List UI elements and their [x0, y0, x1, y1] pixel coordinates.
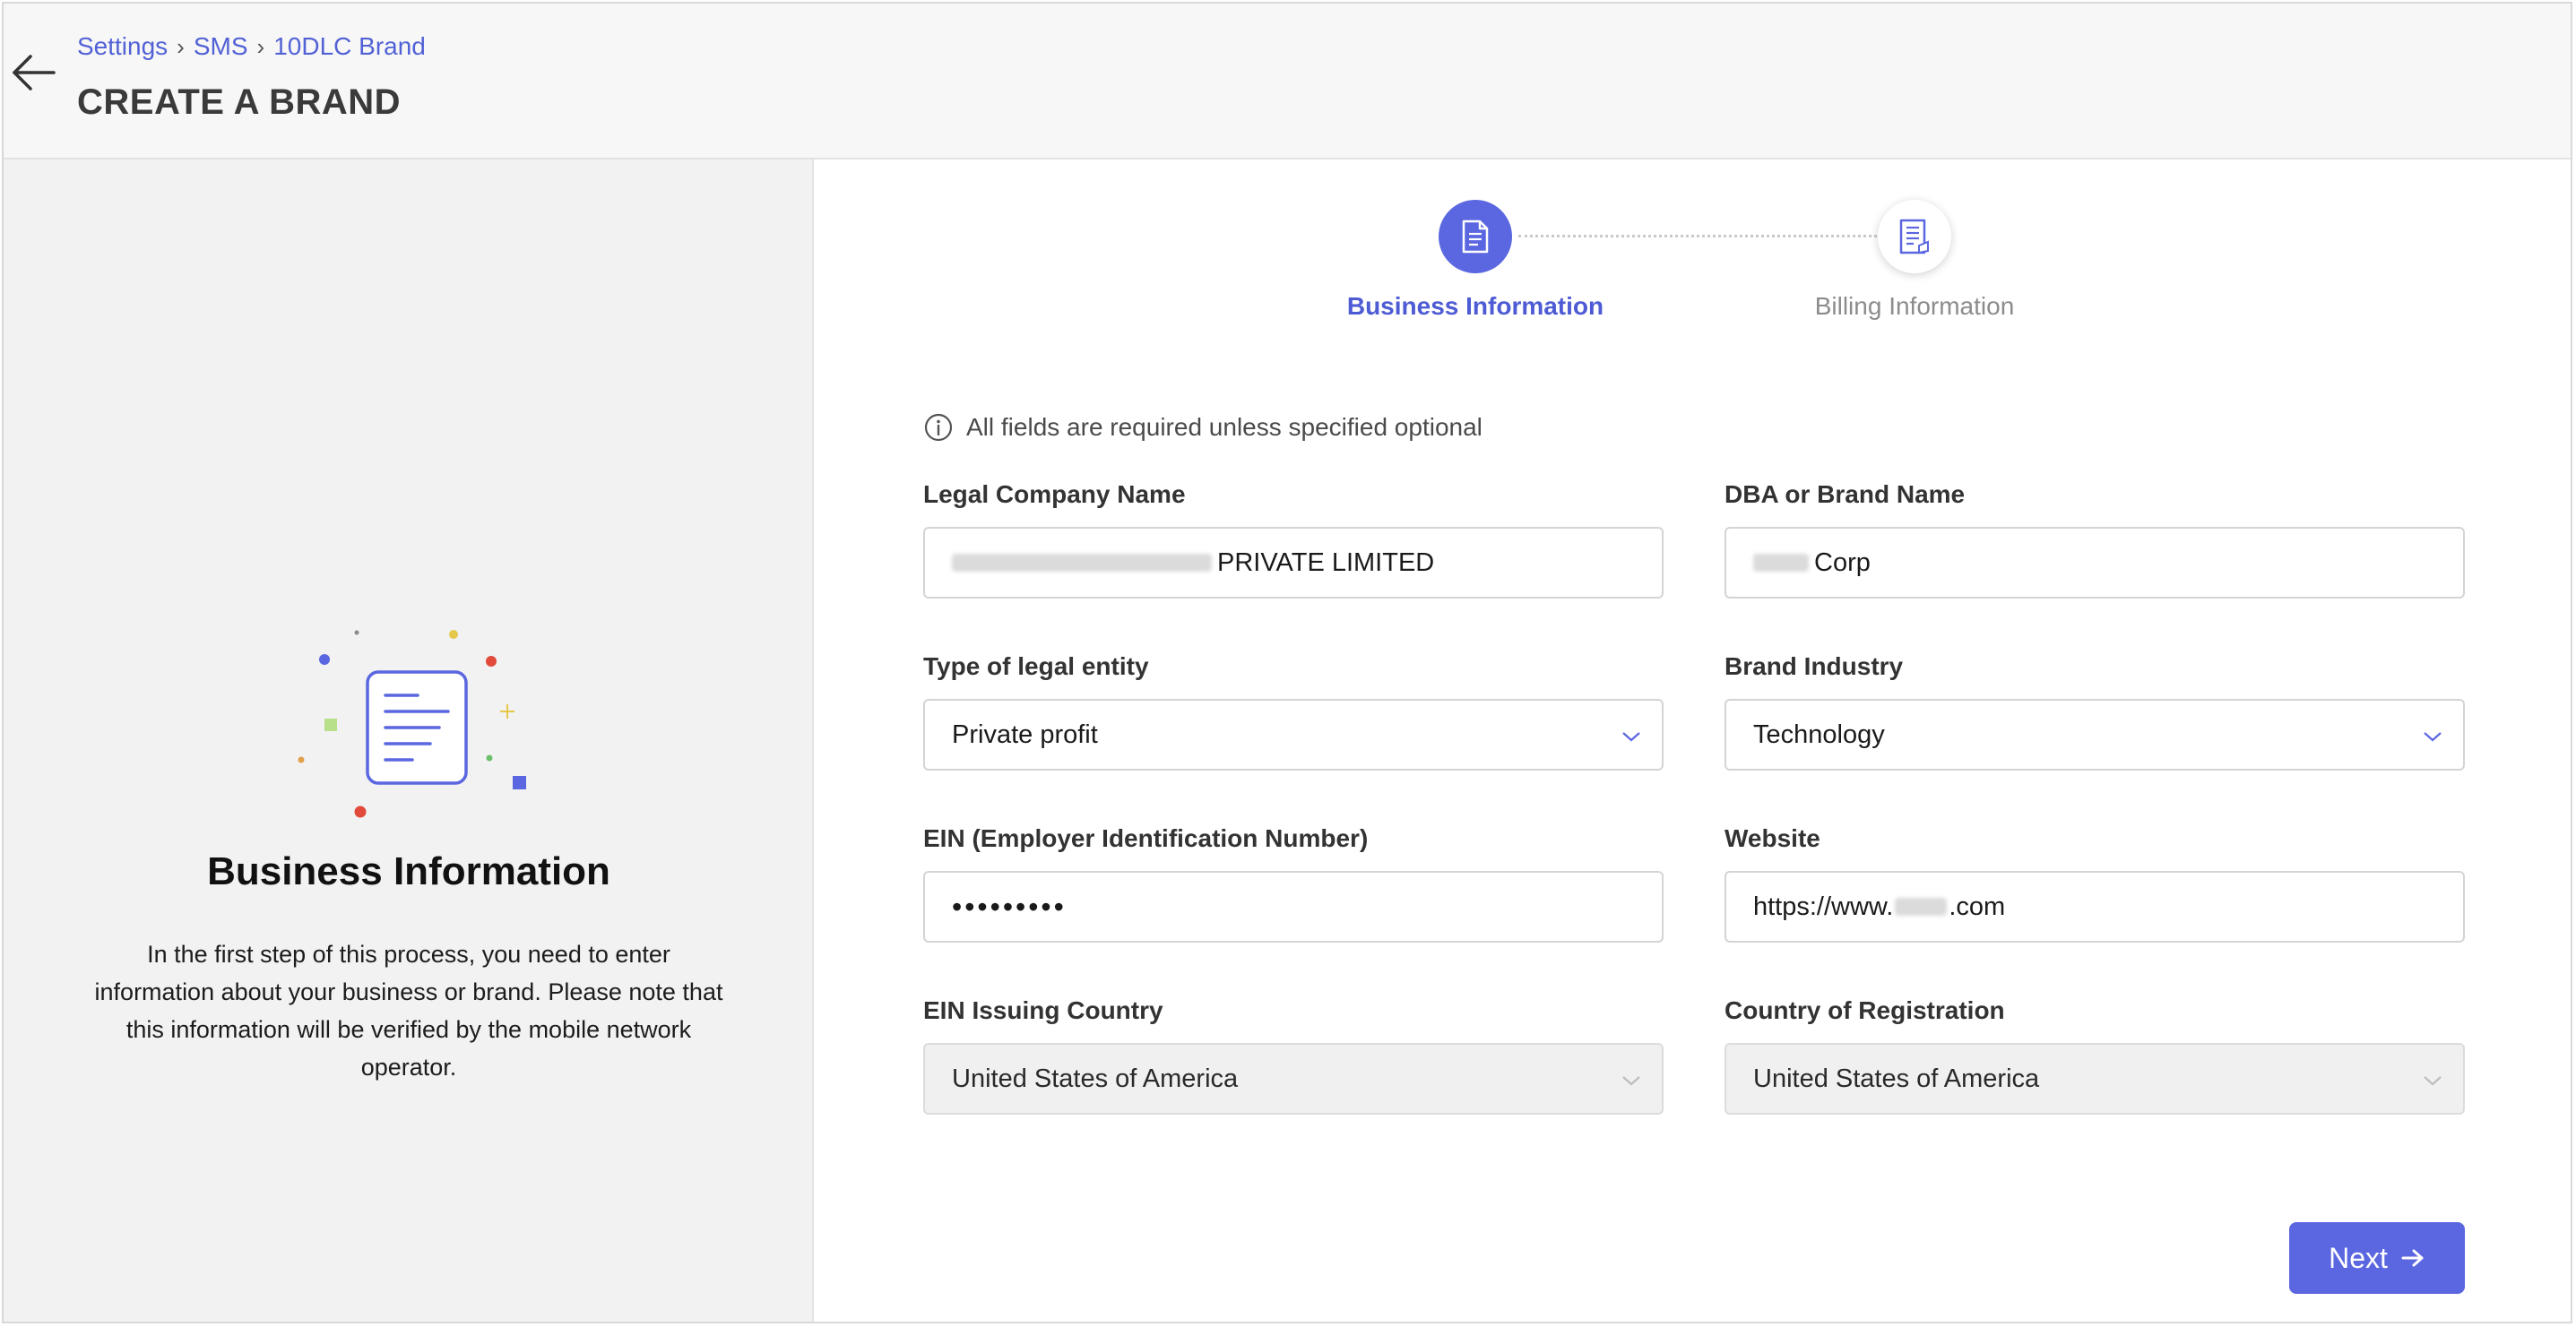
breadcrumb-separator: ›	[256, 32, 265, 60]
arrow-right-icon	[2401, 1249, 2424, 1267]
website-input[interactable]: https://www. .com	[1725, 871, 2465, 943]
back-arrow-icon[interactable]	[9, 50, 57, 95]
registration-country-select: United States of America	[1725, 1043, 2465, 1115]
legal-company-name-label: Legal Company Name	[923, 480, 1186, 508]
app-frame: Settings › SMS › 10DLC Brand CREATE A BR…	[2, 2, 2572, 1323]
page-title: CREATE A BRAND	[77, 82, 402, 122]
stepper-connector	[1518, 235, 1877, 237]
redacted-text	[952, 554, 1212, 572]
registration-country-value: United States of America	[1753, 1064, 2040, 1093]
document-illustration-icon	[290, 607, 532, 832]
next-button[interactable]: Next	[2289, 1222, 2465, 1294]
redacted-text	[1895, 898, 1948, 916]
legal-company-name-input[interactable]: PRIVATE LIMITED	[923, 527, 1664, 599]
dba-brand-name-value: Corp	[1814, 547, 1871, 577]
chevron-down-icon	[2424, 732, 2442, 742]
required-fields-text: All fields are required unless specified…	[966, 413, 1482, 441]
breadcrumb-sms[interactable]: SMS	[194, 32, 248, 61]
ein-country-select: United States of America	[923, 1043, 1664, 1115]
step-business-information[interactable]	[1439, 200, 1512, 273]
info-icon	[924, 413, 953, 442]
page-header: Settings › SMS › 10DLC Brand CREATE A BR…	[4, 4, 2571, 159]
left-panel-description: In the first step of this process, you n…	[94, 941, 723, 1081]
website-value-suffix: .com	[1949, 892, 2006, 921]
dba-brand-name-label: DBA or Brand Name	[1725, 480, 1966, 508]
legal-company-name-value: PRIVATE LIMITED	[1217, 547, 1435, 577]
chevron-down-icon	[2424, 1076, 2442, 1086]
brand-industry-select[interactable]: Technology	[1725, 699, 2465, 771]
dba-brand-name-input[interactable]: Corp	[1725, 527, 2465, 599]
document-icon	[1462, 220, 1489, 254]
breadcrumb-settings[interactable]: Settings	[77, 32, 168, 61]
required-fields-note: All fields are required unless specified…	[923, 412, 1482, 443]
ein-input[interactable]: •••••••••	[923, 871, 1664, 943]
next-button-label: Next	[2329, 1241, 2388, 1274]
website-value-prefix: https://www.	[1753, 892, 1894, 921]
breadcrumb-separator: ›	[177, 32, 185, 60]
brand-industry-value: Technology	[1753, 720, 1885, 749]
redacted-text	[1753, 554, 1809, 572]
ein-label: EIN (Employer Identification Number)	[923, 824, 1369, 852]
left-info-panel: Business Information In the first step o…	[4, 159, 814, 1322]
chevron-down-icon	[1622, 732, 1640, 742]
invoice-icon	[1899, 219, 1929, 254]
breadcrumb: Settings › SMS › 10DLC Brand	[77, 32, 426, 61]
step-billing-information[interactable]	[1878, 200, 1951, 273]
legal-entity-type-select[interactable]: Private profit	[923, 699, 1664, 771]
ein-country-label: EIN Issuing Country	[923, 996, 1163, 1024]
brand-industry-label: Brand Industry	[1725, 652, 1904, 680]
step-label-business-information[interactable]: Business Information	[1296, 292, 1655, 321]
breadcrumb-10dlc-brand[interactable]: 10DLC Brand	[273, 32, 426, 61]
ein-country-value: United States of America	[952, 1064, 1239, 1093]
legal-entity-type-label: Type of legal entity	[923, 652, 1149, 680]
chevron-down-icon	[1622, 1076, 1640, 1086]
legal-entity-type-value: Private profit	[952, 720, 1098, 749]
website-label: Website	[1725, 824, 1820, 852]
left-panel-title: Business Information	[207, 849, 610, 893]
step-label-billing-information[interactable]: Billing Information	[1735, 292, 2094, 321]
ein-masked-value: •••••••••	[952, 890, 1067, 923]
registration-country-label: Country of Registration	[1725, 996, 2005, 1024]
